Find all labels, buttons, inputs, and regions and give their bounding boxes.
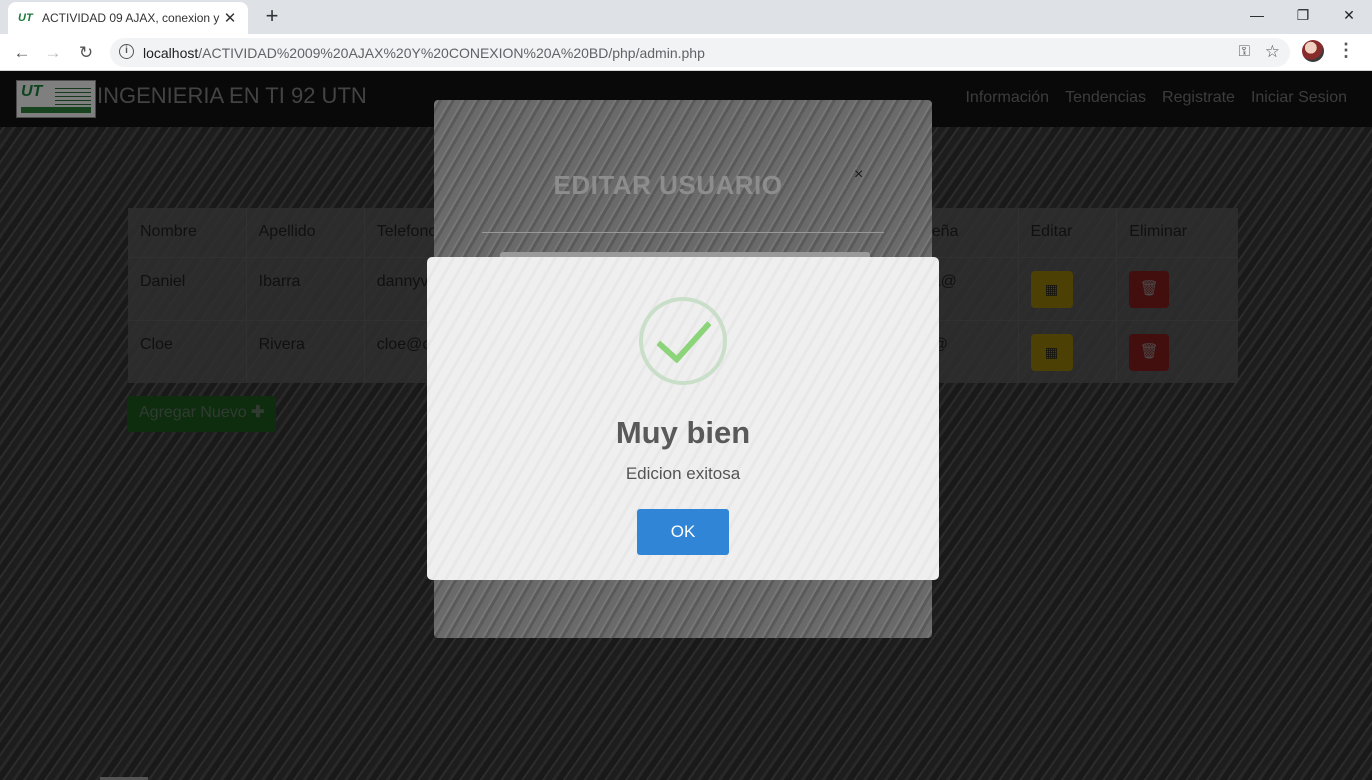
password-key-icon[interactable]: ⚿ xyxy=(1239,43,1250,60)
browser-tabstrip: UT ACTIVIDAD 09 AJAX, conexion y c ✕ + —… xyxy=(0,0,1372,34)
close-icon[interactable]: × xyxy=(854,166,863,184)
ok-button[interactable]: OK xyxy=(637,509,729,555)
success-check-icon xyxy=(639,297,727,385)
url-path: /ACTIVIDAD%2009%20AJAX%20Y%20CONEXION%20… xyxy=(198,45,705,61)
forward-arrow-icon[interactable]: → xyxy=(40,40,66,66)
address-bar[interactable]: i localhost/ACTIVIDAD%2009%20AJAX%20Y%20… xyxy=(110,38,1290,67)
reload-icon[interactable]: ↻ xyxy=(73,40,99,66)
check-mark xyxy=(656,306,712,364)
page-content: UT INGENIERIA EN TI 92 UTN Información T… xyxy=(0,71,1372,780)
browser-menu-icon[interactable]: ⋮ xyxy=(1336,40,1356,64)
bookmark-star-icon[interactable]: ☆ xyxy=(1265,42,1280,62)
site-info-icon[interactable]: i xyxy=(119,44,134,59)
alert-title: Muy bien xyxy=(615,415,751,450)
profile-avatar[interactable] xyxy=(1302,40,1324,62)
url-text[interactable]: localhost/ACTIVIDAD%2009%20AJAX%20Y%20CO… xyxy=(143,45,705,61)
tab-favicon-icon: UT xyxy=(18,12,33,24)
back-arrow-icon[interactable]: ← xyxy=(9,40,35,66)
minimize-window-icon[interactable]: — xyxy=(1234,0,1280,32)
browser-toolbar: ← → ↻ i localhost/ACTIVIDAD%2009%20AJAX%… xyxy=(0,34,1372,71)
new-tab-button[interactable]: + xyxy=(260,4,284,28)
close-window-icon[interactable]: ✕ xyxy=(1326,0,1372,32)
alert-message: Edicion exitosa xyxy=(625,464,741,483)
browser-tab[interactable]: UT ACTIVIDAD 09 AJAX, conexion y c ✕ xyxy=(8,2,248,34)
success-alert: Muy bien Edicion exitosa OK xyxy=(427,257,939,580)
url-host: localhost xyxy=(143,45,199,61)
edit-modal-title: EDITAR USUARIO xyxy=(553,170,783,200)
divider xyxy=(482,232,884,233)
tab-title: ACTIVIDAD 09 AJAX, conexion y c xyxy=(42,11,222,25)
restore-window-icon[interactable]: ❐ xyxy=(1280,0,1326,32)
tab-close-icon[interactable]: ✕ xyxy=(222,9,238,27)
